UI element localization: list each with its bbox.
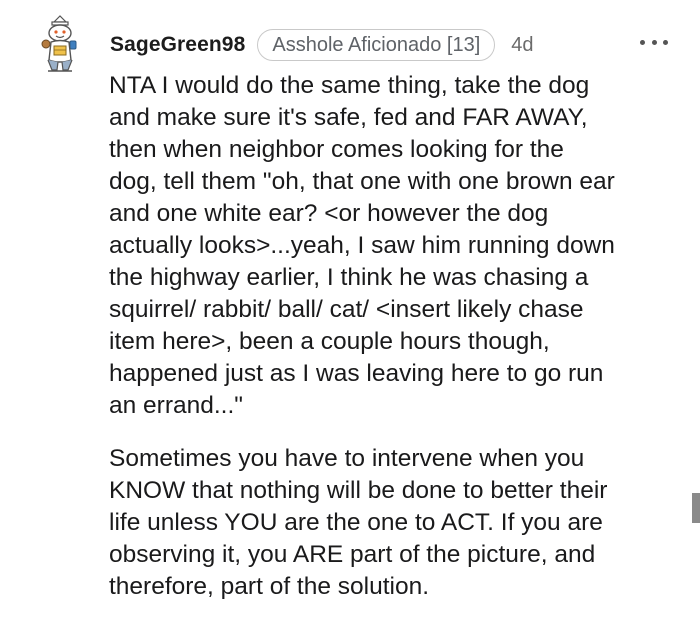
comment-paragraph: Sometimes you have to intervene when you… [109, 445, 608, 600]
user-flair: Asshole Aficionado [13] [257, 29, 496, 61]
dot [651, 39, 657, 45]
dot [640, 39, 645, 45]
comment: SageGreen98 Asshole Aficionado [13] 4d N… [0, 0, 700, 625]
comment-body: NTA I would do the same thing, take the … [109, 70, 689, 603]
dot [663, 39, 668, 45]
comment-header: SageGreen98 Asshole Aficionado [13] 4d [110, 28, 534, 62]
scrollbar-thumb[interactable] [692, 493, 700, 523]
more-options-icon[interactable] [640, 34, 668, 50]
comment-paragraph: NTA I would do the same thing, take the … [109, 72, 615, 419]
comment-age: 4d [511, 33, 534, 56]
username-link[interactable]: SageGreen98 [110, 33, 245, 57]
snoo-avatar-icon[interactable] [34, 14, 86, 74]
